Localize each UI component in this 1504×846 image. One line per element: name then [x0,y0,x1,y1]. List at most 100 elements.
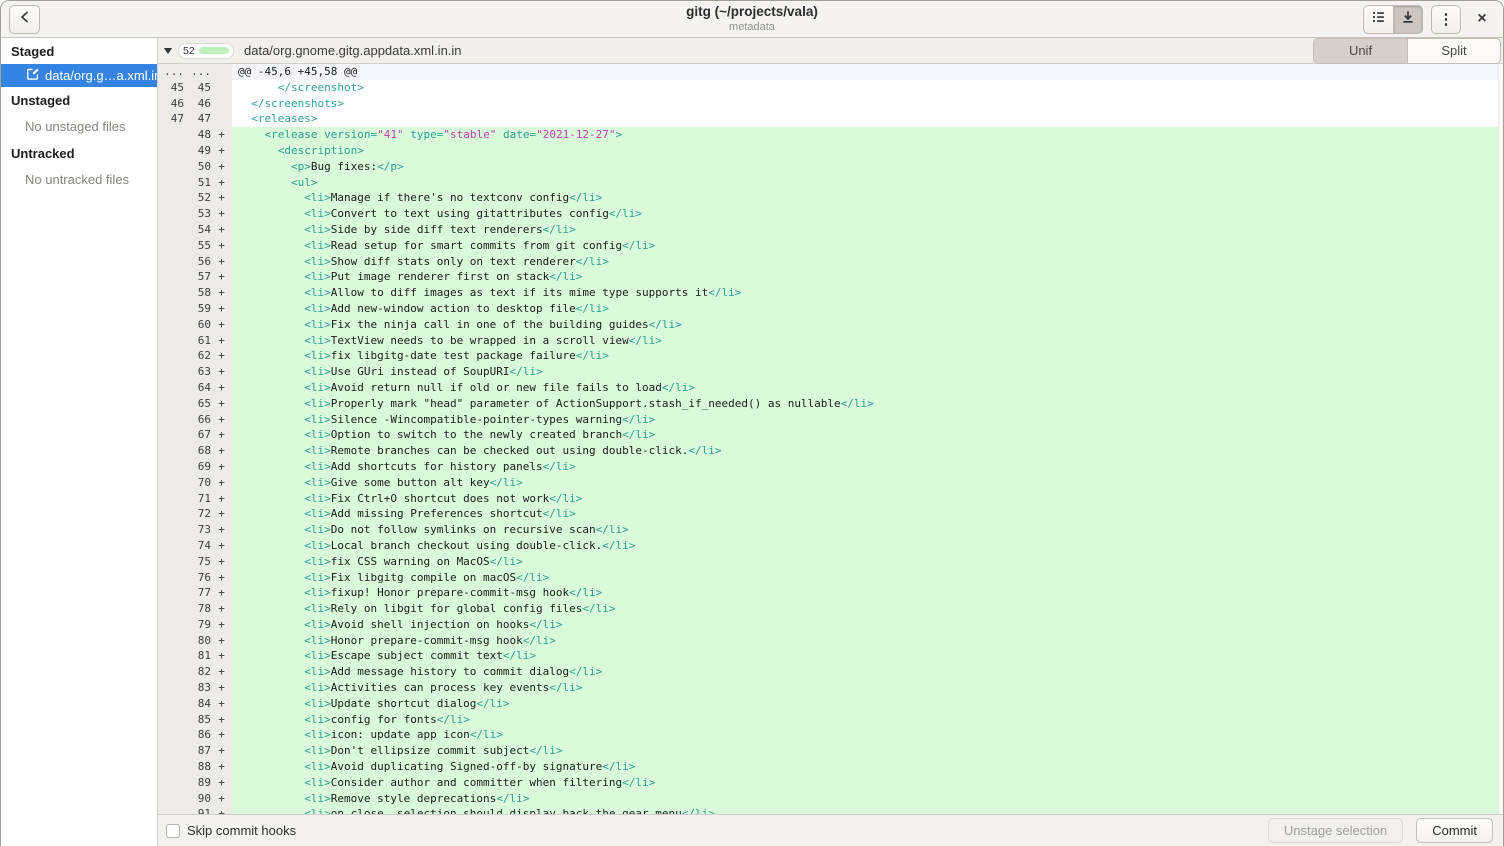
diff-line[interactable]: 53+ <li>Convert to text using gitattribu… [158,206,1503,222]
diff-line[interactable]: 59+ <li>Add new-window action to desktop… [158,301,1503,317]
diff-line[interactable]: 87+ <li>Don't ellipsize commit subject</… [158,743,1503,759]
diff-line-gutter: 60+ [158,317,232,333]
diff-line-code: <li>Add message history to commit dialog… [232,664,1503,680]
diff-line-gutter: 51+ [158,175,232,191]
diff-line[interactable]: 76+ <li>Fix libgitg compile on macOS</li… [158,570,1503,586]
diff-line[interactable]: 91+ <li>on close, selection should displ… [158,806,1503,814]
diff-line[interactable]: 90+ <li>Remove style deprecations</li> [158,791,1503,807]
diff-line[interactable]: 79+ <li>Avoid shell injection on hooks</… [158,617,1503,633]
diff-line-gutter: 71+ [158,491,232,507]
diff-line-code: <li>Add missing Preferences shortcut</li… [232,506,1503,522]
window-title: gitg (~/projects/vala) [686,5,818,20]
diff-line-gutter: ...... [158,64,232,80]
diff-line-code: <li>fix CSS warning on MacOS</li> [232,554,1503,570]
diff-line-gutter: 67+ [158,427,232,443]
diff-line[interactable]: 69+ <li>Add shortcuts for history panels… [158,459,1503,475]
list-view-button[interactable] [1363,5,1393,34]
unstage-selection-button[interactable]: Unstage selection [1268,818,1403,843]
diff-line-code: <li>Show diff stats only on text rendere… [232,254,1503,270]
sidebar-item-staged-file[interactable]: data/org.g…a.xml.in.in [1,64,157,87]
diff-pane: 52 data/org.gnome.gitg.appdata.xml.in.in… [158,38,1503,846]
diff-line[interactable]: 51+ <ul> [158,175,1503,191]
diff-line-code: <li>Update shortcut dialog</li> [232,696,1503,712]
gitg-window: gitg (~/projects/vala) metadata [0,0,1504,846]
diff-line-code: <li>Allow to diff images as text if its … [232,285,1503,301]
diff-line[interactable]: 61+ <li>TextView needs to be wrapped in … [158,333,1503,349]
diff-line-gutter: 82+ [158,664,232,680]
diff-line-code: <li>on close, selection should display b… [232,806,1503,814]
diff-line[interactable]: 4747 <releases> [158,111,1503,127]
diff-line-code: <li>TextView needs to be wrapped in a sc… [232,333,1503,349]
additions-bar [199,47,229,54]
commit-view-button[interactable] [1393,5,1423,34]
menu-button[interactable]: ⋮ [1431,5,1461,34]
diff-line[interactable]: 89+ <li>Consider author and committer wh… [158,775,1503,791]
diff-line[interactable]: 75+ <li>fix CSS warning on MacOS</li> [158,554,1503,570]
split-mode-button[interactable]: Split [1407,39,1500,63]
diff-line-code: <p>Bug fixes:</p> [232,159,1503,175]
diff-line[interactable]: 85+ <li>config for fonts</li> [158,712,1503,728]
diff-line[interactable]: 4545 </screenshot> [158,80,1503,96]
diff-line[interactable]: 68+ <li>Remote branches can be checked o… [158,443,1503,459]
diff-line-gutter: 57+ [158,269,232,285]
diff-line[interactable]: 55+ <li>Read setup for smart commits fro… [158,238,1503,254]
diff-line[interactable]: 84+ <li>Update shortcut dialog</li> [158,696,1503,712]
diff-line[interactable]: 65+ <li>Properly mark "head" parameter o… [158,396,1503,412]
diff-line-gutter: 77+ [158,585,232,601]
diff-line[interactable]: 62+ <li>fix libgitg-date test package fa… [158,348,1503,364]
unified-mode-button[interactable]: Unif [1314,39,1407,63]
diff-line[interactable]: 57+ <li>Put image renderer first on stac… [158,269,1503,285]
diff-line[interactable]: 72+ <li>Add missing Preferences shortcut… [158,506,1503,522]
diff-line[interactable]: 83+ <li>Activities can process key event… [158,680,1503,696]
unstaged-empty-label: No unstaged files [1,113,157,140]
diff-line-code: <li>icon: update app icon</li> [232,727,1503,743]
view-switch-group [1363,5,1423,34]
diff-line-code: <li>Fix libgitg compile on macOS</li> [232,570,1503,586]
diff-line-gutter: 4545 [158,80,232,96]
diff-line-code: </screenshots> [232,96,1503,112]
diff-line[interactable]: 86+ <li>icon: update app icon</li> [158,727,1503,743]
diff-line[interactable]: 58+ <li>Allow to diff images as text if … [158,285,1503,301]
diff-line[interactable]: 54+ <li>Side by side diff text renderers… [158,222,1503,238]
diff-line-gutter: 85+ [158,712,232,728]
diff-line[interactable]: 4646 </screenshots> [158,96,1503,112]
diff-line-gutter: 74+ [158,538,232,554]
diff-line[interactable]: 80+ <li>Honor prepare-commit-msg hook</l… [158,633,1503,649]
diff-line[interactable]: 63+ <li>Use GUri instead of SoupURI</li> [158,364,1503,380]
diff-line-code: <li>Honor prepare-commit-msg hook</li> [232,633,1503,649]
diff-line-gutter: 88+ [158,759,232,775]
diff-line[interactable]: 66+ <li>Silence -Wincompatible-pointer-t… [158,412,1503,428]
diff-line[interactable]: 48+ <release version="41" type="stable" … [158,127,1503,143]
diff-line[interactable]: 78+ <li>Rely on libgit for global config… [158,601,1503,617]
diff-line[interactable]: 71+ <li>Fix Ctrl+O shortcut does not wor… [158,491,1503,507]
diff-line[interactable]: 60+ <li>Fix the ninja call in one of the… [158,317,1503,333]
diff-line[interactable]: 52+ <li>Manage if there's no textconv co… [158,190,1503,206]
diff-line-gutter: 53+ [158,206,232,222]
commit-button[interactable]: Commit [1416,818,1493,843]
diff-line-code: <li>Side by side diff text renderers</li… [232,222,1503,238]
diff-line-code: <li>Manage if there's no textconv config… [232,190,1503,206]
skip-commit-hooks-checkbox[interactable] [166,824,180,838]
diff-line-code: <description> [232,143,1503,159]
diff-line[interactable]: 88+ <li>Avoid duplicating Signed-off-by … [158,759,1503,775]
diff-line-gutter: 91+ [158,806,232,814]
diff-line[interactable]: 77+ <li>fixup! Honor prepare-commit-msg … [158,585,1503,601]
diff-line[interactable]: 81+ <li>Escape subject commit text</li> [158,648,1503,664]
vertical-scrollbar[interactable] [1498,64,1503,814]
diff-line[interactable]: 73+ <li>Do not follow symlinks on recurs… [158,522,1503,538]
diff-line-gutter: 72+ [158,506,232,522]
diff-line[interactable]: 49+ <description> [158,143,1503,159]
diff-line[interactable]: 67+ <li>Option to switch to the newly cr… [158,427,1503,443]
close-button[interactable]: × [1469,6,1495,32]
diff-lines: ......@@ -45,6 +45,58 @@4545 </screensho… [158,64,1503,814]
file-expander[interactable]: 52 [158,43,234,59]
diff-line[interactable]: 64+ <li>Avoid return null if old or new … [158,380,1503,396]
diff-line[interactable]: 82+ <li>Add message history to commit di… [158,664,1503,680]
diff-line[interactable]: 56+ <li>Show diff stats only on text ren… [158,254,1503,270]
diff-line[interactable]: ......@@ -45,6 +45,58 @@ [158,64,1503,80]
diff-line[interactable]: 50+ <p>Bug fixes:</p> [158,159,1503,175]
back-button[interactable] [9,5,40,34]
diff-line[interactable]: 70+ <li>Give some button alt key</li> [158,475,1503,491]
diff-line[interactable]: 74+ <li>Local branch checkout using doub… [158,538,1503,554]
diff-line-code: <releases> [232,111,1503,127]
